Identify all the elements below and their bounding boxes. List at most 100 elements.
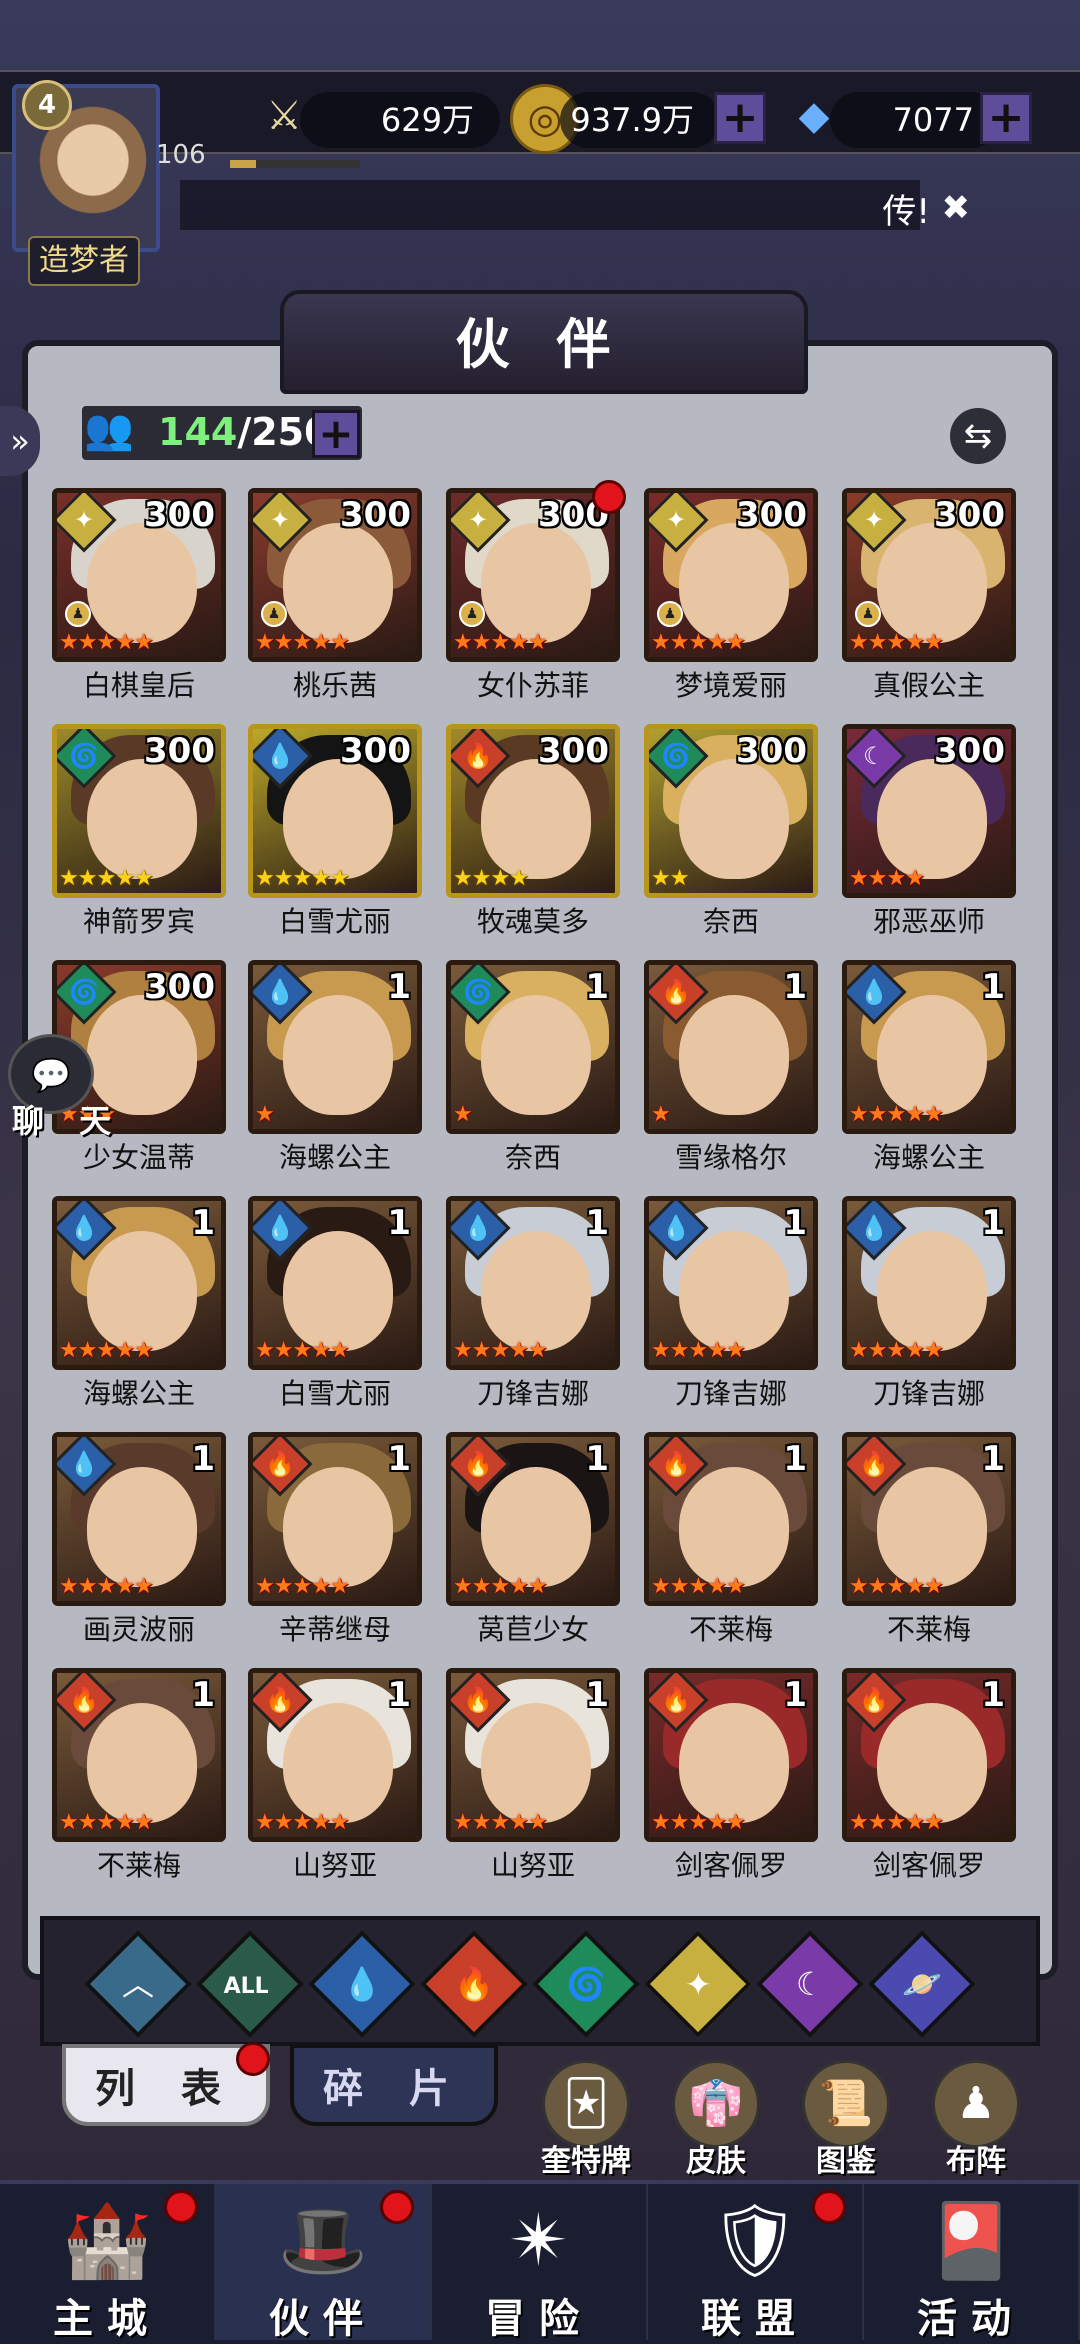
partner-level: 1	[783, 1203, 807, 1243]
rank-title[interactable]: 造梦者	[28, 236, 140, 286]
star-icon: ★	[886, 1338, 906, 1363]
partner-name: 少女温蒂	[82, 1141, 195, 1174]
star-icon: ★	[905, 630, 925, 655]
portrait-book-icon: 📜	[802, 2060, 890, 2148]
star-icon: ★	[453, 866, 473, 891]
partner-card[interactable]: 💧 1 ★	[248, 960, 422, 1134]
star-icon: ★	[867, 1338, 888, 1363]
star-icon: ★	[490, 866, 510, 891]
chevron-up-icon: ︿	[121, 1964, 155, 2003]
partner-card[interactable]: 💧 1 ★★★★★	[842, 960, 1016, 1134]
partner-level: 1	[191, 1203, 215, 1243]
star-icon: ★	[923, 630, 944, 655]
partner-card[interactable]: 💧 1 ★★★★★	[644, 1196, 818, 1370]
nav-main-city-alert-dot	[164, 2190, 198, 2224]
expand-capacity-button[interactable]: +	[312, 410, 360, 458]
partner-alert-dot	[592, 480, 626, 514]
star-icon: ★	[509, 1810, 529, 1835]
partner-card[interactable]: 💧 1 ★★★★★	[52, 1196, 226, 1370]
add-diamond-button[interactable]: +	[980, 92, 1032, 144]
partner-card[interactable]: ☾ 300 ★★★★	[842, 724, 1016, 898]
partner-card[interactable]: 🔥 1 ★★★★★	[248, 1432, 422, 1606]
partner-card[interactable]: 💧 300 ★★★★★	[248, 724, 422, 898]
nav-alliance-label: 联盟	[701, 2295, 809, 2342]
formation-button[interactable]: ♟ 布阵	[926, 2060, 1026, 2180]
partner-name: 神箭罗宾	[82, 905, 195, 938]
partner-name: 梦境爱丽	[674, 669, 787, 702]
star-icon: ★	[115, 1574, 135, 1599]
partner-card[interactable]: 🔥 1 ★★★★★	[842, 1668, 1016, 1842]
star-rating: ★★★★★	[453, 1575, 615, 1599]
partner-card[interactable]: 🔥 300 ★★★★	[446, 724, 620, 898]
star-rating: ★★★★★	[849, 1811, 1011, 1835]
add-gold-button[interactable]: +	[714, 92, 766, 144]
portrait-face	[87, 523, 197, 643]
portrait-face	[679, 759, 789, 879]
star-icon: ★	[255, 630, 275, 655]
partner-card[interactable]: 🔥 1 ★★★★★	[52, 1668, 226, 1842]
skin-button[interactable]: 👘 皮肤	[666, 2060, 766, 2180]
partner-level: 1	[191, 1439, 215, 1479]
star-icon: ★	[77, 1810, 98, 1835]
compass-star-icon: ✴	[508, 2198, 570, 2282]
star-icon: ★	[490, 1338, 510, 1363]
nav-events[interactable]: 🎴 活动	[864, 2184, 1080, 2342]
partner-card[interactable]: 💧 1 ★★★★★	[446, 1196, 620, 1370]
tab-fragments[interactable]: 碎 片	[290, 2044, 498, 2126]
codex-button[interactable]: 📜 图鉴	[796, 2060, 896, 2180]
star-icon: ★	[688, 1810, 708, 1835]
partner-level: 1	[387, 1675, 411, 1715]
nav-adventure[interactable]: ✴ 冒险	[432, 2184, 648, 2342]
tarot-button[interactable]: 🃏 奎特牌	[536, 2060, 636, 2180]
star-icon: ★	[707, 1574, 727, 1599]
partner-card[interactable]: 💧 1 ★★★★★	[842, 1196, 1016, 1370]
partner-card[interactable]: 🔥 1 ★★★★★	[644, 1432, 818, 1606]
partner-card[interactable]: 🔥 1 ★	[644, 960, 818, 1134]
partner-card[interactable]: 🔥 1 ★★★★★	[446, 1668, 620, 1842]
star-icon: ★	[292, 1574, 312, 1599]
star-icon: ★	[59, 630, 79, 655]
chat-label[interactable]: 聊 天	[12, 1096, 123, 1142]
star-icon: ★	[725, 1574, 746, 1599]
nav-main-city-label: 主城	[53, 2295, 161, 2342]
partner-card[interactable]: 🌀 300 ★★	[644, 724, 818, 898]
star-rating: ★★★★★	[59, 1810, 221, 1835]
partner-card[interactable]: 🔥 1 ★★★★★	[842, 1432, 1016, 1606]
partner-level: 300	[144, 731, 215, 771]
partner-card[interactable]: 🔥 1 ★★★★★	[248, 1668, 422, 1842]
flame-icon: 🔥	[454, 1965, 494, 2003]
star-icon: ★	[59, 1338, 79, 1363]
partner-level: 1	[783, 1439, 807, 1479]
portrait-face	[877, 1703, 987, 1823]
partner-card[interactable]: 🌀 300 ★★★★★	[52, 724, 226, 898]
tarot-label: 奎特牌	[541, 2144, 631, 2179]
partner-name: 白雪尤丽	[278, 1377, 391, 1410]
partner-name: 山努亚	[490, 1849, 575, 1882]
partner-card[interactable]: 💧 1 ★★★★★	[52, 1432, 226, 1606]
partner-card[interactable]: 🌀 1 ★	[446, 960, 620, 1134]
partner-name: 海螺公主	[82, 1377, 195, 1410]
star-icon: ★	[273, 1810, 294, 1835]
partner-card[interactable]: ✦ ♟ 300 ★★★★★	[842, 488, 1016, 662]
partner-name: 刀锋吉娜	[674, 1377, 787, 1410]
close-icon[interactable]: ✖	[942, 188, 971, 228]
swap-icon[interactable]: ⇆	[950, 408, 1006, 464]
partner-card[interactable]: ✦ ♟ 300 ★★★★★	[52, 488, 226, 662]
partner-level: 1	[387, 1439, 411, 1479]
clothing-icon: 👘	[672, 2060, 760, 2148]
partner-card[interactable]: ✦ ♟ 300 ★★★★★	[644, 488, 818, 662]
partner-card[interactable]: ✦ ♟ 300 ★★★★★	[446, 488, 620, 662]
partner-card[interactable]: ✦ ♟ 300 ★★★★★	[248, 488, 422, 662]
xp-progress-bar	[230, 160, 360, 168]
partner-name: 邪恶巫师	[872, 905, 985, 938]
partner-card[interactable]: 🔥 1 ★★★★★	[644, 1668, 818, 1842]
portrait-face	[283, 759, 393, 879]
star-icon: ★	[849, 866, 869, 891]
partner-card[interactable]: 💧 1 ★★★★★	[248, 1196, 422, 1370]
star-icon: ★	[725, 1338, 746, 1363]
portrait-face	[877, 523, 987, 643]
partner-card[interactable]: 🔥 1 ★★★★★	[446, 1432, 620, 1606]
diamond-value: 7077	[830, 92, 1000, 148]
shield-icon: 🛡	[709, 2198, 801, 2282]
xp-progress-fill	[230, 160, 256, 168]
